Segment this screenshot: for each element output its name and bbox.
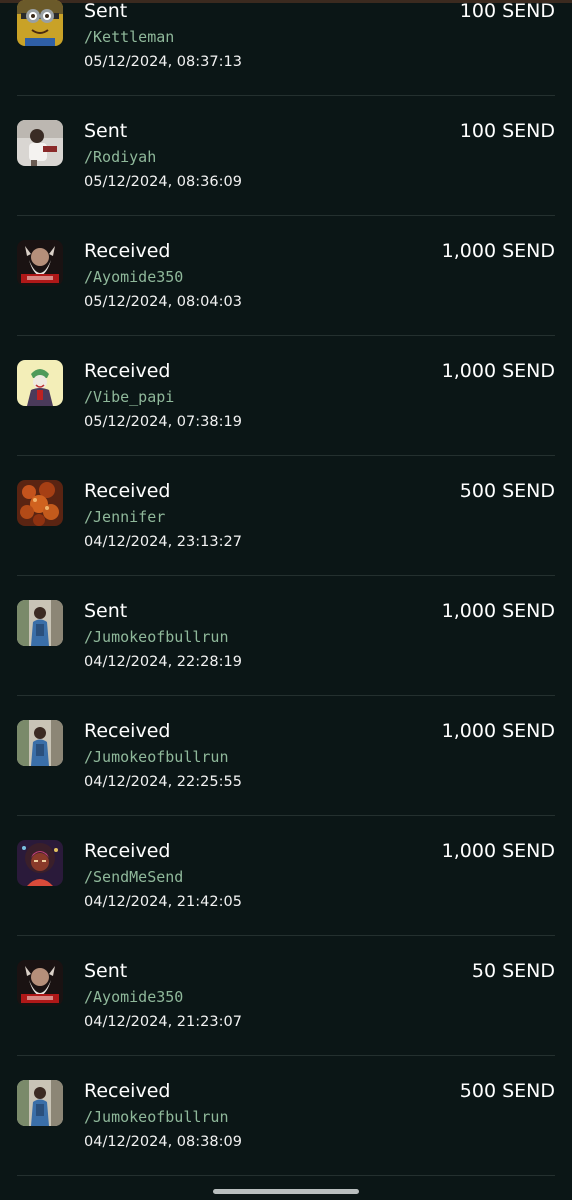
transaction-time: 04/12/2024, 22:25:55	[84, 774, 242, 790]
transaction-amount: 500 SEND	[459, 1080, 555, 1102]
transaction-handle[interactable]: /Jumokeofbullrun	[84, 627, 229, 647]
transaction-time: 04/12/2024, 22:28:19	[84, 654, 242, 670]
transaction-handle[interactable]: /Ayomide350	[84, 267, 183, 287]
transaction-handle[interactable]: /Ayomide350	[84, 987, 183, 1007]
transaction-row[interactable]: Sent /Jumokeofbullrun 04/12/2024, 22:28:…	[17, 576, 555, 696]
transaction-type: Received	[84, 1080, 171, 1102]
activity-screen: Sent /Kettleman 05/12/2024, 08:37:13 100…	[0, 0, 572, 1200]
transaction-time: 04/12/2024, 21:42:05	[84, 894, 242, 910]
joker-avatar-icon[interactable]	[17, 360, 63, 406]
transaction-amount: 1,000 SEND	[441, 840, 555, 862]
transaction-row[interactable]: Sent /Kettleman 05/12/2024, 08:37:13 100…	[17, 0, 555, 96]
transaction-amount: 1,000 SEND	[441, 720, 555, 742]
transaction-row[interactable]: Sent /Ayomide350 04/12/2024, 21:23:07 50…	[17, 936, 555, 1056]
bearded-man-avatar-icon[interactable]	[17, 960, 63, 1006]
transaction-type: Sent	[84, 0, 128, 22]
transaction-amount: 100 SEND	[459, 120, 555, 142]
transaction-handle[interactable]: /Jumokeofbullrun	[84, 747, 229, 767]
illustrated-woman-avatar-icon[interactable]	[17, 840, 63, 886]
photo-avatar-icon[interactable]	[17, 120, 63, 166]
transaction-time: 05/12/2024, 07:38:19	[84, 414, 242, 430]
woman-avatar-icon[interactable]	[17, 720, 63, 766]
transaction-list[interactable]: Sent /Kettleman 05/12/2024, 08:37:13 100…	[17, 0, 555, 1176]
transaction-type: Received	[84, 480, 171, 502]
transaction-row[interactable]: Received /SendMeSend 04/12/2024, 21:42:0…	[17, 816, 555, 936]
transaction-row[interactable]: Received /Jennifer 04/12/2024, 23:13:27 …	[17, 456, 555, 576]
bearded-man-avatar-icon[interactable]	[17, 240, 63, 286]
transaction-row[interactable]: Received /Vibe_papi 05/12/2024, 07:38:19…	[17, 336, 555, 456]
transaction-type: Received	[84, 720, 171, 742]
transaction-amount: 100 SEND	[459, 0, 555, 22]
woman-avatar-icon[interactable]	[17, 600, 63, 646]
transaction-type: Sent	[84, 960, 128, 982]
woman-avatar-icon[interactable]	[17, 1080, 63, 1126]
transaction-handle[interactable]: /Jumokeofbullrun	[84, 1107, 229, 1127]
transaction-amount: 500 SEND	[459, 480, 555, 502]
transaction-time: 04/12/2024, 23:13:27	[84, 534, 242, 550]
transaction-time: 05/12/2024, 08:36:09	[84, 174, 242, 190]
home-indicator[interactable]	[213, 1189, 359, 1194]
transaction-handle[interactable]: /SendMeSend	[84, 867, 183, 887]
transaction-handle[interactable]: /Vibe_papi	[84, 387, 174, 407]
transaction-time: 04/12/2024, 08:38:09	[84, 1134, 242, 1150]
transaction-amount: 1,000 SEND	[441, 240, 555, 262]
transaction-row[interactable]: Received /Jumokeofbullrun 04/12/2024, 08…	[17, 1056, 555, 1176]
transaction-amount: 50 SEND	[471, 960, 555, 982]
transaction-handle[interactable]: /Jennifer	[84, 507, 165, 527]
transaction-handle[interactable]: /Kettleman	[84, 27, 174, 47]
transaction-handle[interactable]: /Rodiyah	[84, 147, 156, 167]
transaction-row[interactable]: Received /Jumokeofbullrun 04/12/2024, 22…	[17, 696, 555, 816]
transaction-type: Received	[84, 240, 171, 262]
transaction-type: Received	[84, 840, 171, 862]
transaction-type: Received	[84, 360, 171, 382]
transaction-time: 05/12/2024, 08:04:03	[84, 294, 242, 310]
transaction-amount: 1,000 SEND	[441, 360, 555, 382]
transaction-type: Sent	[84, 600, 128, 622]
transaction-time: 05/12/2024, 08:37:13	[84, 54, 242, 70]
transaction-row[interactable]: Received /Ayomide350 05/12/2024, 08:04:0…	[17, 216, 555, 336]
transaction-amount: 1,000 SEND	[441, 600, 555, 622]
transaction-type: Sent	[84, 120, 128, 142]
food-avatar-icon[interactable]	[17, 480, 63, 526]
transaction-row[interactable]: Sent /Rodiyah 05/12/2024, 08:36:09 100 S…	[17, 96, 555, 216]
minion-avatar-icon[interactable]	[17, 0, 63, 46]
transaction-time: 04/12/2024, 21:23:07	[84, 1014, 242, 1030]
